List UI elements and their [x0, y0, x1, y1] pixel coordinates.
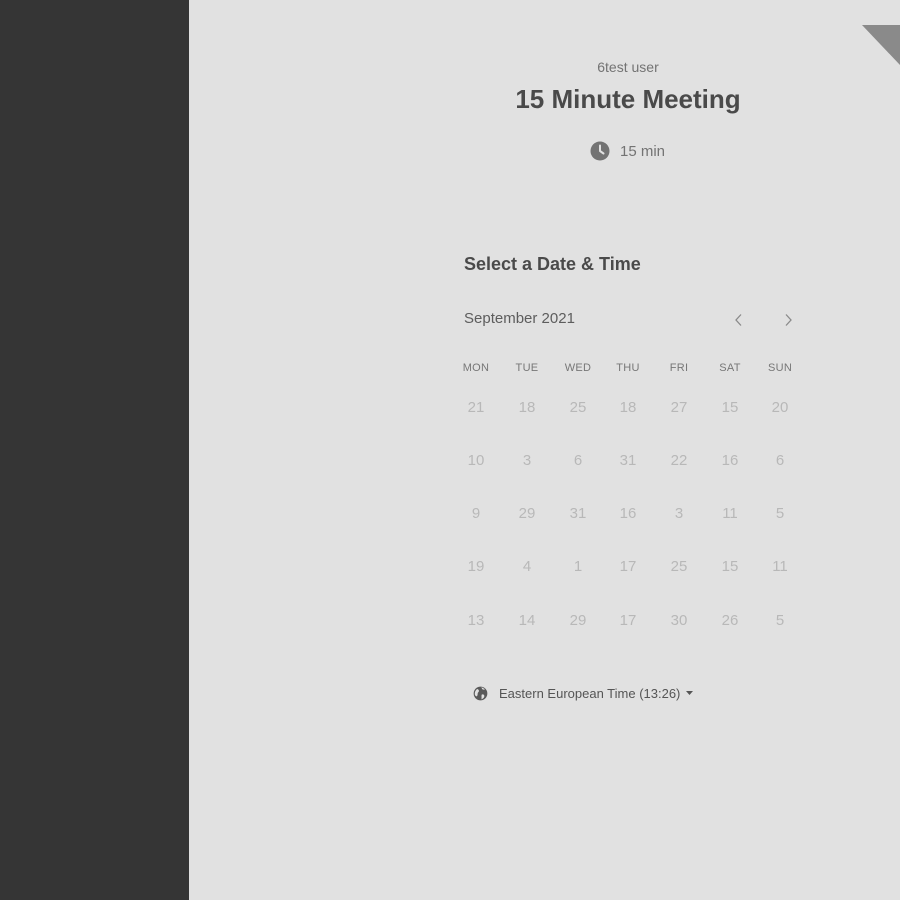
weekday-label: MON [462, 362, 490, 374]
next-month-button[interactable] [776, 308, 800, 332]
caret-down-icon [686, 691, 694, 695]
previous-month-button[interactable] [727, 308, 751, 332]
globe-icon [473, 686, 488, 700]
calendar-day: 5 [775, 611, 785, 629]
calendar-day: 25 [569, 398, 587, 416]
calendar-day: 1 [573, 557, 583, 575]
weekday-label: THU [616, 362, 640, 374]
calendar-day: 27 [670, 398, 688, 416]
host-name: 6test user [597, 59, 659, 75]
event-title: 15 Minute Meeting [515, 84, 741, 114]
chevron-right-icon [785, 314, 792, 326]
calendar-day: 18 [619, 398, 637, 416]
calendar-day: 4 [522, 557, 532, 575]
weekday-label: WED [564, 362, 592, 374]
calendar-day: 3 [674, 504, 684, 522]
calendar-day: 6 [573, 451, 583, 469]
calendar-day: 29 [569, 611, 587, 629]
calendar-day: 29 [518, 504, 536, 522]
calendar-day: 10 [467, 451, 485, 469]
duration-label: 15 min [620, 142, 666, 160]
calendar-day: 6 [775, 451, 785, 469]
weekday-label: FRI [669, 362, 689, 374]
event-duration: 15 min [590, 140, 665, 162]
clock-icon [590, 141, 610, 161]
calendar-day: 14 [518, 611, 536, 629]
chevron-left-icon [735, 314, 742, 326]
timezone-label: Eastern European Time (13:26) [499, 685, 681, 701]
calendar-day: 25 [670, 557, 688, 575]
calendar-day: 17 [619, 557, 637, 575]
calendar-day: 11 [722, 504, 738, 522]
calendar-day: 11 [772, 557, 788, 575]
calendar-day: 21 [467, 398, 485, 416]
calendar-day: 22 [670, 451, 688, 469]
calendar-day: 9 [471, 504, 481, 522]
section-title: Select a Date & Time [464, 254, 641, 274]
corner-ribbon [862, 25, 900, 65]
calendar-day: 5 [775, 504, 785, 522]
calendar-day: 16 [619, 504, 637, 522]
month-label: September 2021 [464, 310, 575, 327]
calendar-day: 16 [721, 451, 739, 469]
left-panel [0, 0, 189, 900]
calendar-day: 18 [518, 398, 536, 416]
calendar-day: 31 [569, 504, 587, 522]
weekday-label: SUN [767, 362, 793, 374]
calendar-day: 13 [467, 611, 485, 629]
weekday-label: SAT [719, 362, 741, 374]
calendar-day: 26 [721, 611, 739, 629]
calendar-day: 19 [467, 557, 485, 575]
calendar-day: 3 [522, 451, 532, 469]
calendar-day: 31 [619, 451, 637, 469]
calendar-day: 15 [721, 398, 739, 416]
calendar-day: 17 [619, 611, 637, 629]
timezone-selector[interactable]: Eastern European Time (13:26) [473, 683, 694, 703]
calendar-day: 20 [771, 398, 789, 416]
weekday-label: TUE [515, 362, 539, 374]
calendar-day: 15 [721, 557, 739, 575]
calendar-day: 30 [670, 611, 688, 629]
